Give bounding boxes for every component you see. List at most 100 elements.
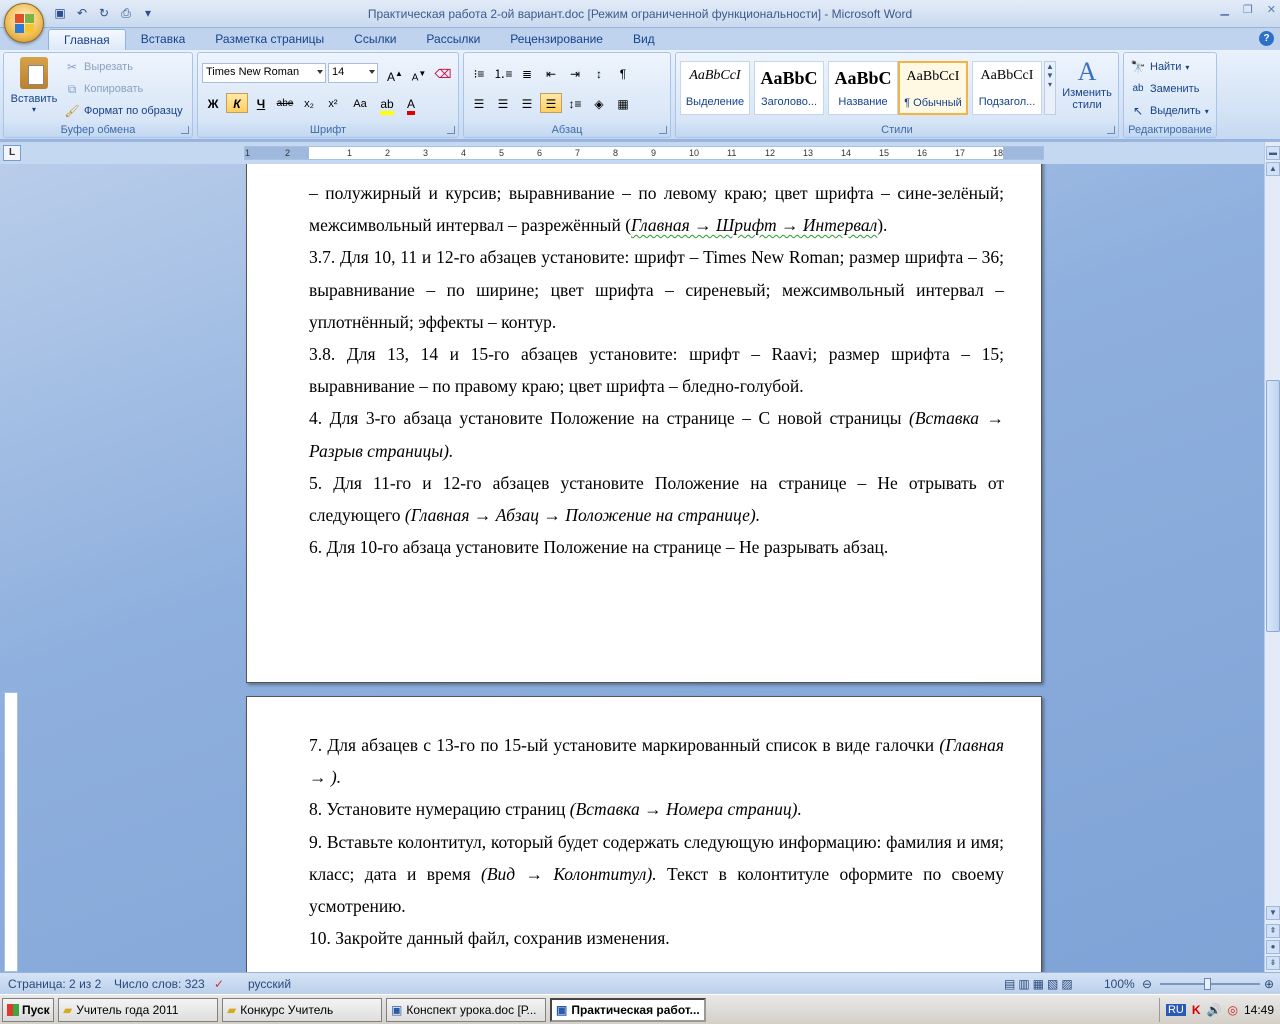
document-area[interactable]: – полужирный и курсив; выравнивание – по…: [0, 164, 1264, 972]
task-folder-1[interactable]: ▰ Учитель года 2011: [58, 998, 218, 1022]
restore-icon[interactable]: ❐: [1243, 3, 1253, 16]
subscript-button[interactable]: x₂: [298, 93, 320, 113]
increase-indent-button[interactable]: ⇥: [564, 63, 586, 83]
next-page-button[interactable]: ⇟: [1266, 956, 1280, 970]
start-button[interactable]: Пуск: [2, 998, 54, 1022]
horizontal-ruler[interactable]: 1 2 1 2 3 4 5 6 7 8 9 10 11 12 13 14 15 16 17 18: [244, 146, 1044, 160]
page2-text[interactable]: 7. Для абзацев с 13-го по 15-ый установи…: [309, 729, 1004, 954]
format-painter-button[interactable]: 🖌 Формат по образцу: [64, 103, 182, 119]
language[interactable]: русский: [248, 977, 291, 991]
font-launcher-icon[interactable]: [447, 126, 455, 134]
tab-insert[interactable]: Вставка: [126, 29, 201, 50]
show-marks-button[interactable]: ¶: [612, 63, 634, 83]
word-doc-icon: ▣: [391, 1003, 403, 1017]
scroll-thumb[interactable]: [1266, 380, 1280, 632]
language-indicator[interactable]: RU: [1165, 1004, 1186, 1016]
office-button[interactable]: [4, 3, 44, 43]
replace-button[interactable]: ab Заменить: [1130, 81, 1199, 97]
tab-selector[interactable]: L: [3, 145, 21, 161]
zoom-in-icon[interactable]: ⊕: [1264, 977, 1274, 991]
tab-page-layout[interactable]: Разметка страницы: [200, 29, 339, 50]
find-button[interactable]: 🔭 Найти ▾: [1130, 59, 1190, 75]
copy-button[interactable]: ⧉ Копировать: [64, 81, 144, 97]
tab-view[interactable]: Вид: [618, 29, 670, 50]
page-2[interactable]: 7. Для абзацев с 13-го по 15-ый установи…: [246, 696, 1042, 972]
antivirus-icon[interactable]: K: [1192, 1003, 1201, 1017]
menu-path: Главная → Шрифт → Интервал: [631, 215, 878, 236]
style-normal[interactable]: AaBbCcI ¶ Обычный: [898, 61, 968, 115]
superscript-button[interactable]: x²: [322, 93, 344, 113]
strikethrough-button[interactable]: abe: [274, 93, 296, 113]
change-case-button[interactable]: Aa: [346, 93, 374, 113]
task-word-2[interactable]: ▣ Практическая работ...: [550, 998, 706, 1022]
style-title[interactable]: AaBbC Название: [828, 61, 898, 115]
page-count[interactable]: Страница: 2 из 2: [8, 977, 101, 991]
borders-button[interactable]: ▦: [612, 93, 634, 113]
style-emphasis[interactable]: AaBbCcI Выделение: [680, 61, 750, 115]
volume-icon[interactable]: 🔊: [1207, 1003, 1222, 1017]
browse-object-button[interactable]: ●: [1266, 940, 1280, 954]
font-color-button[interactable]: A: [400, 93, 422, 115]
styles-scroll[interactable]: ▲ ▼ ▾: [1044, 61, 1056, 115]
font-name-select[interactable]: Times New Roman: [202, 63, 326, 83]
decrease-indent-button[interactable]: ⇤: [540, 63, 562, 83]
paragraph: 3.8. Для 13, 14 и 15-го абзацев установи…: [309, 344, 1004, 397]
tab-home[interactable]: Главная: [48, 29, 126, 50]
scroll-up-button[interactable]: ▲: [1266, 162, 1280, 176]
line-spacing-button[interactable]: ↕≡: [564, 93, 586, 113]
task-word-1[interactable]: ▣ Конспект урока.doc [Р...: [386, 998, 546, 1022]
word-count[interactable]: Число слов: 323: [114, 977, 205, 991]
cut-button[interactable]: ✂ Вырезать: [64, 59, 133, 75]
paragraph-launcher-icon[interactable]: [659, 126, 667, 134]
shading-button[interactable]: ◈: [588, 93, 610, 113]
ruler-number: 5: [499, 148, 505, 158]
italic-button[interactable]: К: [226, 93, 248, 113]
network-icon[interactable]: ◎: [1227, 1003, 1237, 1017]
help-icon[interactable]: ?: [1259, 31, 1274, 46]
scroll-down-button[interactable]: ▼: [1266, 906, 1280, 920]
bullets-button[interactable]: ⁝≡: [468, 63, 490, 83]
sort-button[interactable]: ↕: [588, 63, 610, 83]
underline-button[interactable]: Ч: [250, 93, 272, 113]
style-subtitle[interactable]: AaBbCcI Подзагол...: [972, 61, 1042, 115]
grow-font-button[interactable]: A▲: [384, 63, 406, 84]
justify-button[interactable]: ☰: [540, 93, 562, 113]
ribbon: Вставить ▾ ✂ Вырезать ⧉ Копировать 🖌 Фор…: [0, 50, 1280, 140]
page-1[interactable]: – полужирный и курсив; выравнивание – по…: [246, 164, 1042, 683]
numbering-button[interactable]: ⒈≡: [492, 63, 514, 83]
multilevel-list-button[interactable]: ≣: [516, 63, 538, 83]
ruler-number: 4: [461, 148, 467, 158]
styles-launcher-icon[interactable]: [1107, 126, 1115, 134]
task-folder-2[interactable]: ▰ Конкурс Учитель: [222, 998, 382, 1022]
vertical-scrollbar[interactable]: ▬ ▲ ▼ ⇞ ● ⇟: [1264, 142, 1280, 972]
clock[interactable]: 14:49: [1244, 1003, 1274, 1017]
paragraph: 6. Для 10-го абзаца установите Положение…: [309, 537, 889, 558]
style-heading[interactable]: AaBbC Заголово...: [754, 61, 824, 115]
bold-button[interactable]: Ж: [202, 93, 224, 113]
split-handle-icon[interactable]: ▬: [1266, 146, 1280, 160]
paste-button[interactable]: Вставить ▾: [8, 57, 60, 114]
tab-mailings[interactable]: Рассылки: [411, 29, 495, 50]
page1-text[interactable]: – полужирный и курсив; выравнивание – по…: [309, 177, 1004, 563]
change-styles-button[interactable]: A Изменить стили: [1058, 57, 1116, 111]
tab-review[interactable]: Рецензирование: [495, 29, 618, 50]
highlight-button[interactable]: ab: [376, 93, 398, 115]
proofing-icon[interactable]: ✓: [214, 977, 224, 991]
align-left-button[interactable]: ☰: [468, 93, 490, 113]
tab-references[interactable]: Ссылки: [339, 29, 411, 50]
align-right-button[interactable]: ☰: [516, 93, 538, 113]
shrink-font-button[interactable]: A▼: [408, 63, 430, 83]
zoom-out-icon[interactable]: ⊖: [1142, 977, 1152, 991]
clear-format-button[interactable]: ⌫: [432, 63, 454, 83]
close-icon[interactable]: ✕: [1267, 3, 1276, 16]
minimize-icon[interactable]: ▁: [1220, 3, 1228, 16]
select-button[interactable]: ↖ Выделить ▾: [1130, 103, 1209, 119]
vertical-ruler[interactable]: [4, 692, 18, 972]
prev-page-button[interactable]: ⇞: [1266, 924, 1280, 938]
zoom-level[interactable]: 100%: [1104, 977, 1135, 991]
view-buttons[interactable]: ▤▥▦▧▨: [1004, 977, 1076, 991]
font-size-select[interactable]: 14: [328, 63, 378, 83]
align-center-button[interactable]: ☰: [492, 93, 514, 113]
zoom-knob[interactable]: [1204, 978, 1211, 990]
clipboard-launcher-icon[interactable]: [181, 126, 189, 134]
